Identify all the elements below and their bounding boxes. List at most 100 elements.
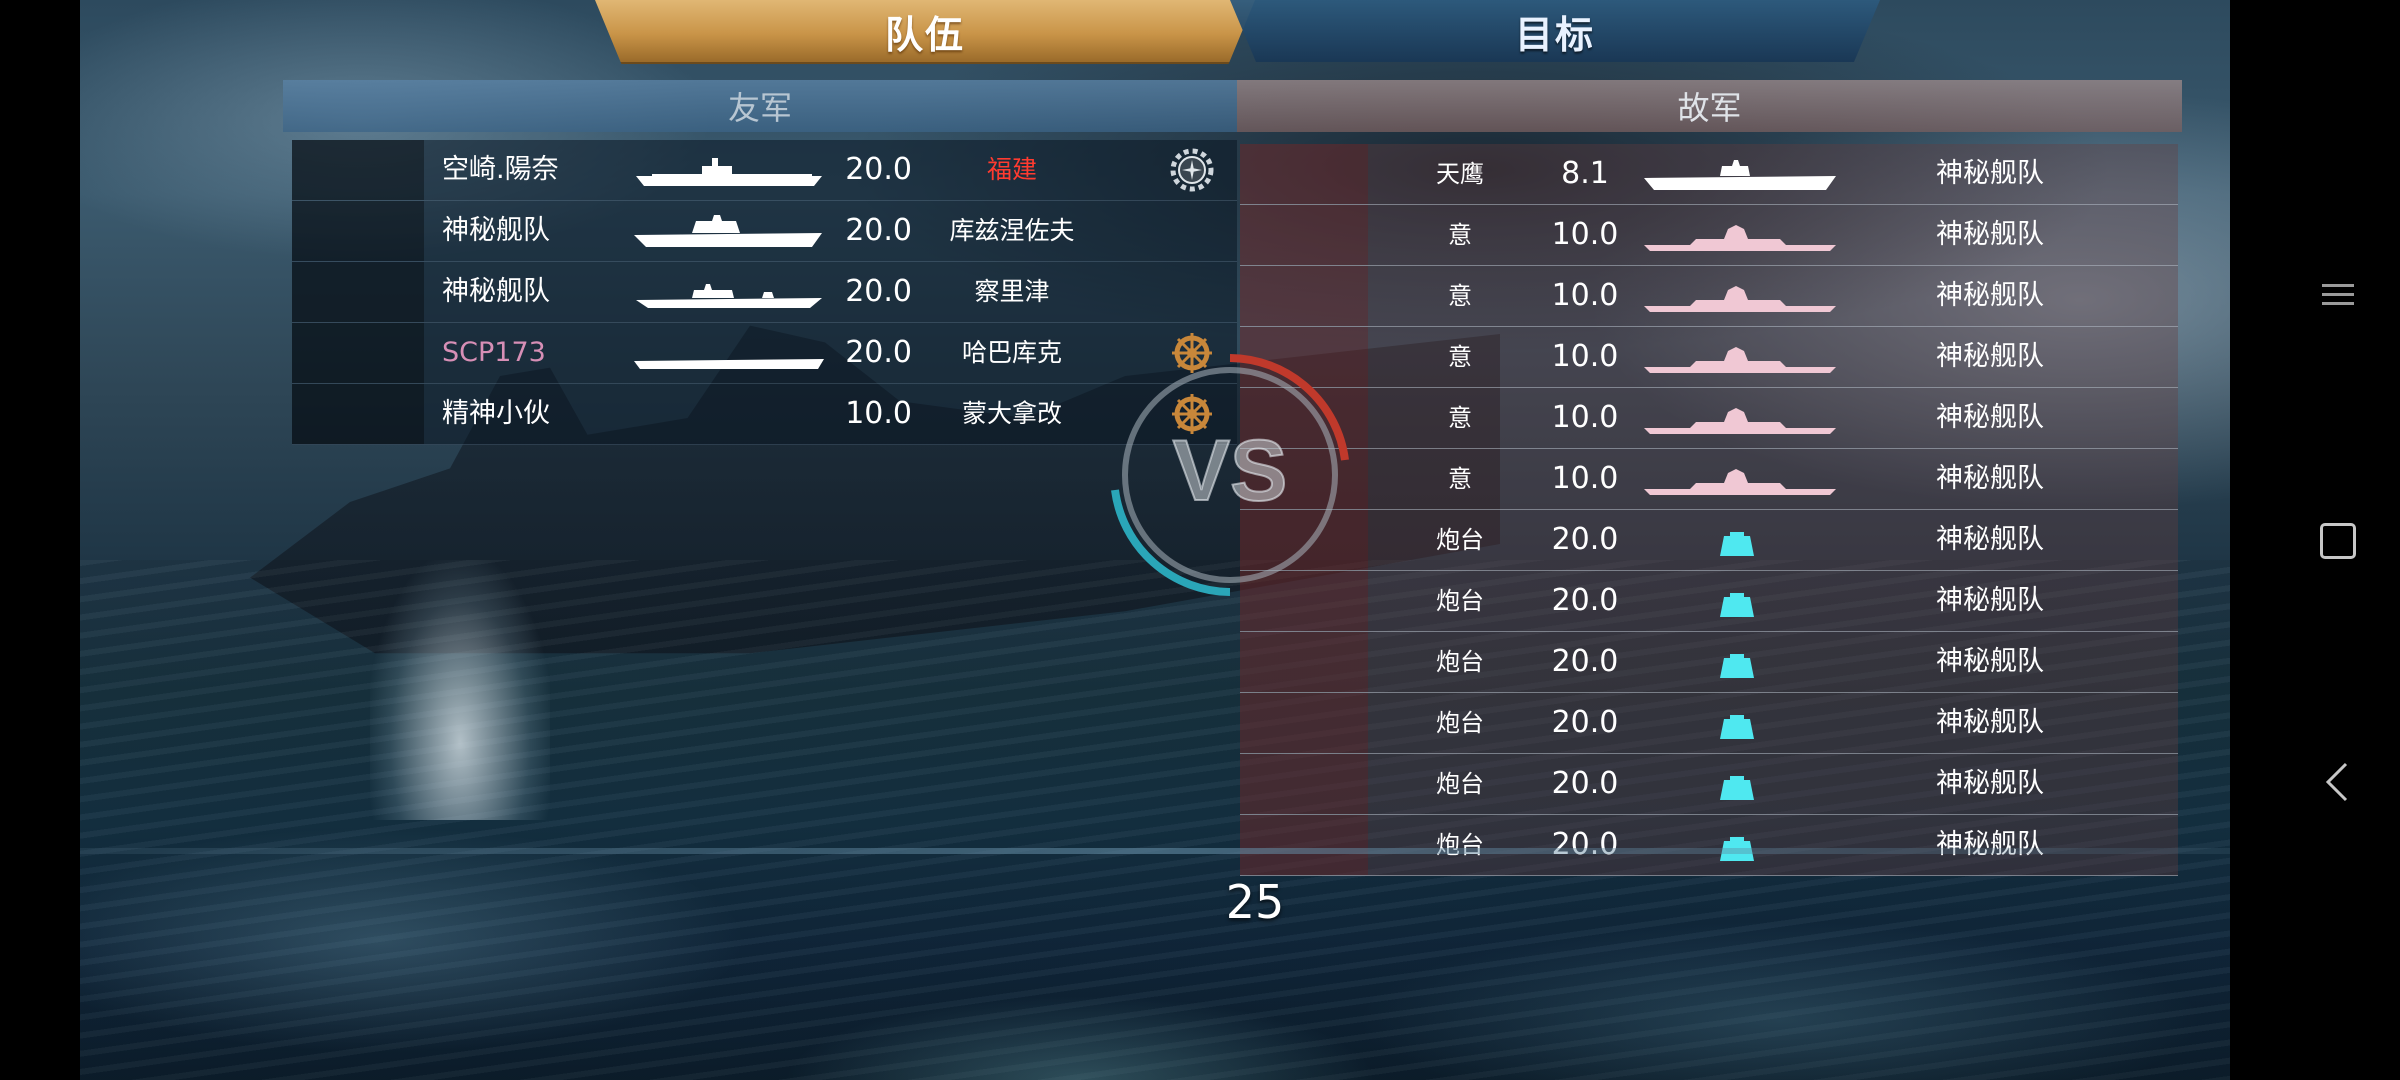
friendly-level: 20.0	[845, 274, 912, 309]
enemy-player-name: 神秘舰队	[1936, 585, 2044, 616]
menu-icon[interactable]	[2322, 282, 2354, 308]
friendly-player-name: SCP173	[442, 337, 546, 368]
enemy-list: 天鹰 8.1 神秘舰队 意 10.0 神秘舰队 意 10.0 神秘舰队 意 10…	[1240, 144, 2178, 876]
turret-icon	[1720, 837, 1754, 861]
enemy-level: 20.0	[1551, 522, 1619, 557]
enemy-row[interactable]: 炮台 20.0 神秘舰队	[1240, 571, 2178, 632]
battleship-silhouette-icon	[1644, 225, 1836, 251]
carrier-silhouette-icon	[634, 359, 824, 369]
enemy-ship-type: 天鹰	[1436, 160, 1484, 188]
gear-icon	[1170, 148, 1214, 192]
enemy-row[interactable]: 意 10.0 神秘舰队	[1240, 388, 2178, 449]
turret-icon	[1720, 776, 1754, 800]
enemy-ship-type: 意	[1448, 465, 1472, 493]
carrier-silhouette-icon	[636, 284, 822, 308]
enemy-header: 故军	[1237, 80, 2182, 132]
enemy-level: 20.0	[1551, 705, 1619, 740]
carrier-silhouette-icon	[1644, 160, 1836, 190]
enemy-row[interactable]: 天鹰 8.1 神秘舰队	[1240, 144, 2178, 205]
countdown-timer: 25	[1225, 875, 1285, 929]
enemy-row[interactable]: 炮台 20.0 神秘舰队	[1240, 815, 2178, 876]
battleship-silhouette-icon	[1644, 469, 1836, 495]
enemy-level: 20.0	[1551, 827, 1619, 862]
enemy-row[interactable]: 炮台 20.0 神秘舰队	[1240, 754, 2178, 815]
enemy-ship-type: 意	[1448, 404, 1472, 432]
friendly-row[interactable]: 神秘舰队 20.0 察里津	[292, 262, 1237, 323]
enemy-player-name: 神秘舰队	[1936, 463, 2044, 494]
friendly-row[interactable]: 空崎.陽奈 20.0 福建	[292, 140, 1237, 201]
enemy-player-name: 神秘舰队	[1936, 524, 2044, 555]
enemy-level: 10.0	[1551, 278, 1619, 313]
friendly-level: 10.0	[845, 396, 912, 431]
enemy-row[interactable]: 炮台 20.0 神秘舰队	[1240, 510, 2178, 571]
vs-label: VS	[1173, 423, 1288, 519]
carrier-silhouette-icon	[634, 215, 822, 247]
enemy-player-name: 神秘舰队	[1936, 768, 2044, 799]
friendly-player-name: 空崎.陽奈	[442, 154, 559, 185]
friendly-row[interactable]: SCP173 20.0 哈巴库克	[292, 323, 1237, 384]
vs-emblem: VS	[1111, 354, 1349, 596]
enemy-player-name: 神秘舰队	[1936, 158, 2044, 189]
battleship-silhouette-icon	[1644, 408, 1836, 434]
turret-icon	[1720, 593, 1754, 617]
friendly-ship-name: 哈巴库克	[961, 338, 1062, 367]
screen-right-edge	[2230, 0, 2400, 1080]
turret-icon	[1720, 715, 1754, 739]
friendly-ship-name: 福建	[986, 155, 1037, 184]
friendly-ship-name: 察里津	[974, 277, 1050, 306]
battleship-silhouette-icon	[1644, 347, 1836, 373]
friendly-list: 空崎.陽奈 20.0 福建 神秘舰队 20.0 库兹涅佐夫 神秘舰队 20.0 …	[292, 140, 1237, 445]
enemy-player-name: 神秘舰队	[1936, 707, 2044, 738]
friendly-level: 20.0	[845, 335, 912, 370]
enemy-row[interactable]: 意 10.0 神秘舰队	[1240, 449, 2178, 510]
enemy-player-name: 神秘舰队	[1936, 280, 2044, 311]
enemy-level: 10.0	[1551, 217, 1619, 252]
enemy-level: 8.1	[1561, 156, 1609, 191]
enemy-ship-type: 炮台	[1436, 770, 1484, 798]
friendly-player-name: 精神小伙	[442, 398, 550, 429]
friendly-player-name: 神秘舰队	[442, 215, 550, 246]
turret-icon	[1720, 654, 1754, 678]
friendly-header: 友军	[283, 80, 1237, 132]
enemy-row[interactable]: 炮台 20.0 神秘舰队	[1240, 693, 2178, 754]
enemy-ship-type: 意	[1448, 343, 1472, 371]
enemy-ship-type: 炮台	[1436, 709, 1484, 737]
carrier-silhouette-icon	[636, 158, 822, 186]
friendly-row[interactable]: 神秘舰队 20.0 库兹涅佐夫	[292, 201, 1237, 262]
enemy-row[interactable]: 意 10.0 神秘舰队	[1240, 205, 2178, 266]
enemy-ship-type: 炮台	[1436, 648, 1484, 676]
enemy-level: 10.0	[1551, 400, 1619, 435]
enemy-player-name: 神秘舰队	[1936, 402, 2044, 433]
tab-team[interactable]: 队伍	[595, 0, 1255, 64]
tab-target[interactable]: 目标	[1230, 0, 1880, 62]
enemy-level: 20.0	[1551, 583, 1619, 618]
friendly-level: 20.0	[845, 213, 912, 248]
battleship-silhouette-icon	[1644, 286, 1836, 312]
enemy-player-name: 神秘舰队	[1936, 341, 2044, 372]
enemy-ship-type: 炮台	[1436, 831, 1484, 859]
friendly-level: 20.0	[845, 152, 912, 187]
friendly-ship-name: 蒙大拿改	[961, 399, 1062, 428]
turret-icon	[1720, 532, 1754, 556]
enemy-player-name: 神秘舰队	[1936, 829, 2044, 860]
enemy-ship-type: 炮台	[1436, 526, 1484, 554]
enemy-level: 10.0	[1551, 461, 1619, 496]
friendly-player-name: 神秘舰队	[442, 276, 550, 307]
enemy-row[interactable]: 意 10.0 神秘舰队	[1240, 266, 2178, 327]
enemy-level: 20.0	[1551, 644, 1619, 679]
background-splash	[370, 560, 550, 820]
screen-left-edge	[0, 0, 80, 1080]
enemy-ship-type: 意	[1448, 221, 1472, 249]
bottom-divider	[80, 848, 2230, 854]
enemy-ship-type: 意	[1448, 282, 1472, 310]
enemy-player-name: 神秘舰队	[1936, 219, 2044, 250]
enemy-player-name: 神秘舰队	[1936, 646, 2044, 677]
recents-button[interactable]	[2320, 523, 2356, 559]
enemy-row[interactable]: 意 10.0 神秘舰队	[1240, 327, 2178, 388]
back-arrow-icon[interactable]	[2322, 760, 2352, 804]
enemy-level: 10.0	[1551, 339, 1619, 374]
friendly-row[interactable]: 精神小伙 10.0 蒙大拿改	[292, 384, 1237, 445]
enemy-ship-type: 炮台	[1436, 587, 1484, 615]
enemy-row[interactable]: 炮台 20.0 神秘舰队	[1240, 632, 2178, 693]
enemy-level: 20.0	[1551, 766, 1619, 801]
